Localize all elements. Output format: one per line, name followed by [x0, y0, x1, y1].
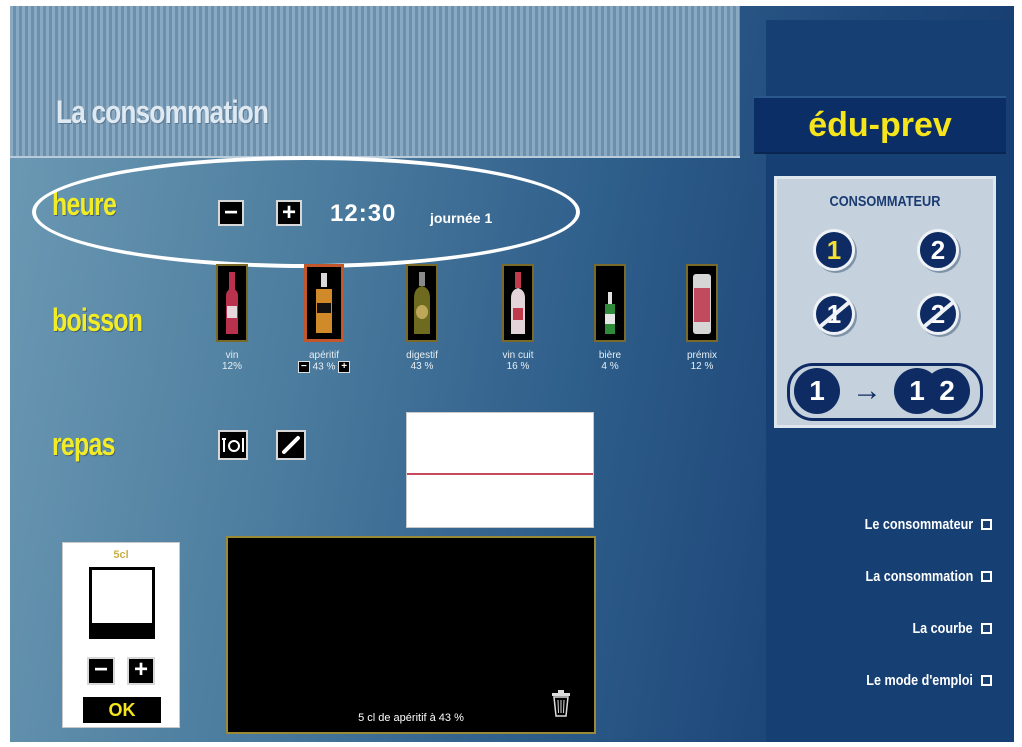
curve-preview	[406, 412, 594, 528]
volume-label: 5cl	[113, 549, 129, 561]
drink-vin-cuit[interactable]: vin cuit 16 %	[478, 264, 558, 372]
drink-aperitif[interactable]: apéritif − 43 % +	[284, 264, 364, 373]
meal-icon[interactable]	[218, 430, 248, 460]
copy-consumer-button[interactable]: 1 → 1 2	[787, 363, 983, 421]
drink-name: vin cuit	[502, 350, 534, 361]
page-title: La consommation	[56, 94, 269, 130]
digestif-bottle-icon	[406, 264, 438, 342]
consumer-panel: CONSOMMATEUR 1 2 1 2 1 → 1 2	[774, 176, 996, 428]
brand-box: édu-prev	[754, 96, 1006, 154]
drink-percent: 43 %	[410, 361, 434, 372]
nav-label: La courbe	[912, 620, 973, 637]
consumer-panel-title: CONSOMMATEUR	[829, 193, 941, 210]
vin-cuit-bottle-icon	[502, 264, 534, 342]
drink-percent: 4 %	[601, 361, 619, 372]
repas-label: repas	[52, 426, 115, 462]
aperitif-bottle-icon	[304, 264, 344, 342]
remove-consumer-1-button[interactable]: 1	[813, 293, 855, 335]
consumption-log: 5 cl de apéritif à 43 %	[226, 536, 596, 734]
remove-consumer-2-button[interactable]: 2	[917, 293, 959, 335]
nav-label: Le consommateur	[864, 516, 973, 533]
app-window: La consommation édu-prev CONSOMMATEUR 1 …	[10, 6, 1014, 742]
nav-la-courbe[interactable]: La courbe	[901, 620, 992, 637]
trash-icon[interactable]	[550, 689, 572, 722]
drink-premix[interactable]: prémix 12 %	[662, 264, 742, 372]
consumer-1-button[interactable]: 1	[813, 229, 855, 271]
drink-biere[interactable]: bière 4 %	[570, 264, 650, 372]
consumer-2-button[interactable]: 2	[917, 229, 959, 271]
drink-vin[interactable]: vin 12%	[192, 264, 272, 372]
drink-digestif[interactable]: digestif 43 %	[382, 264, 462, 372]
percent-plus-button[interactable]: +	[338, 361, 351, 373]
drink-name: digestif	[406, 350, 438, 361]
nav-label: La consommation	[865, 568, 973, 585]
glass-base	[89, 623, 155, 639]
switch-from-badge: 1	[794, 368, 840, 414]
title-band: La consommation	[10, 6, 740, 158]
switch-to-badge-2: 2	[924, 368, 970, 414]
drink-name: vin	[225, 350, 239, 361]
checkbox-icon	[981, 519, 992, 530]
drink-percent: 43 %	[312, 361, 336, 373]
curve-line	[407, 473, 593, 475]
drink-name: prémix	[686, 350, 717, 361]
volume-plus-button[interactable]: +	[127, 657, 155, 685]
ok-button[interactable]: OK	[83, 697, 161, 723]
nav-le-mode-d-emploi[interactable]: Le mode d'emploi	[846, 672, 992, 689]
glass-panel: 5cl − + OK	[62, 542, 180, 728]
premix-can-icon	[686, 264, 718, 342]
brand-logo: édu-prev	[808, 106, 952, 144]
drink-name: apéritif	[308, 350, 339, 361]
wine-bottle-icon	[216, 264, 248, 342]
volume-minus-button[interactable]: −	[87, 657, 115, 685]
arrow-right-icon: →	[852, 374, 882, 407]
checkbox-icon	[981, 623, 992, 634]
drink-percent: 12 %	[690, 361, 714, 372]
highlight-oval	[32, 156, 580, 268]
checkbox-icon	[981, 675, 992, 686]
pen-icon[interactable]	[276, 430, 306, 460]
beer-bottle-icon	[594, 264, 626, 342]
percent-minus-button[interactable]: −	[297, 361, 310, 373]
nav-label: Le mode d'emploi	[866, 672, 973, 689]
checkbox-icon	[981, 571, 992, 582]
drink-percent: 12%	[221, 361, 242, 372]
nav-le-consommateur[interactable]: Le consommateur	[844, 516, 992, 533]
boisson-label: boisson	[52, 302, 143, 338]
nav-la-consommation[interactable]: La consommation	[845, 568, 992, 585]
drink-percent: 16 %	[506, 361, 530, 372]
log-text: 5 cl de apéritif à 43 %	[358, 712, 464, 724]
drink-name: bière	[598, 350, 622, 361]
